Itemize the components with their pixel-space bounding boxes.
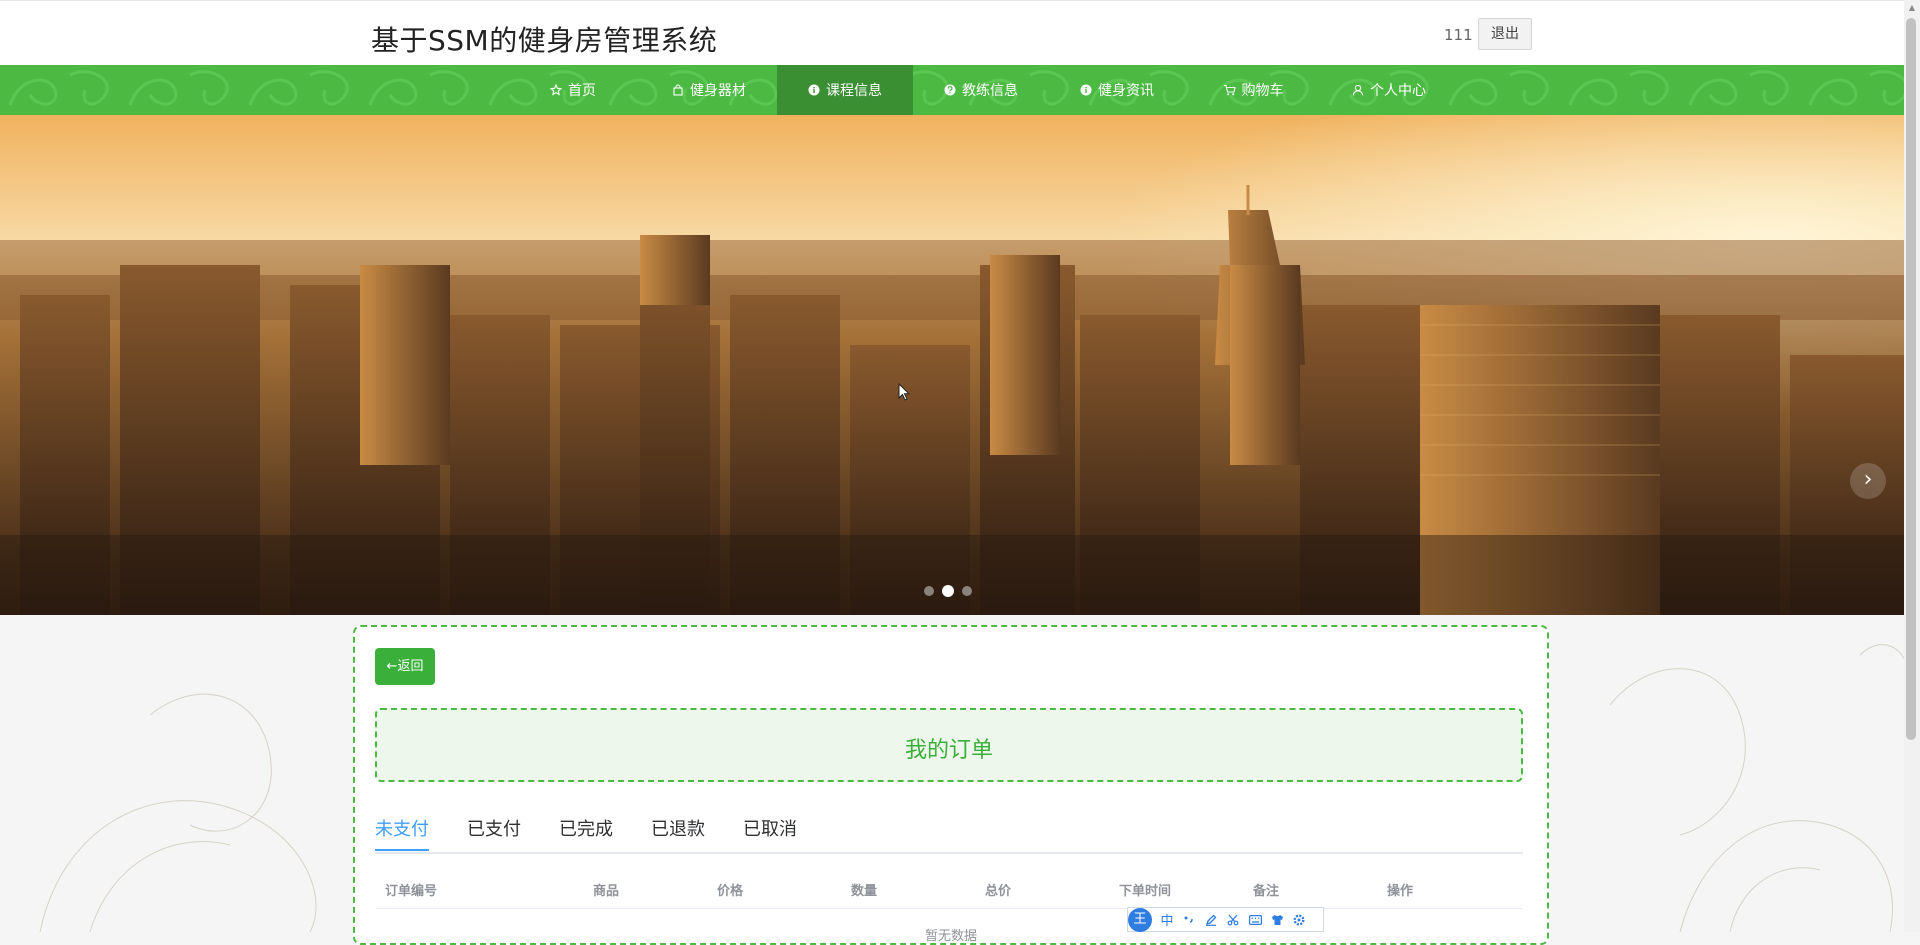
nav-item-label: 购物车 [1241,83,1284,99]
scroll-up-arrow-icon[interactable]: ▲ [1904,0,1920,16]
city-skyline-image [0,115,1904,615]
keyboard-icon[interactable] [1244,909,1266,931]
nav-item-label: 个人中心 [1370,83,1426,99]
nav-item-label: 健身资讯 [1098,83,1154,99]
ime-logo-icon[interactable]: 王 [1128,907,1152,932]
info-icon [808,84,820,96]
logout-button[interactable]: 退出 [1478,18,1532,50]
carousel-next-button[interactable]: › [1850,463,1886,499]
nav-item-label: 健身器材 [690,83,746,99]
pen-icon[interactable] [1200,909,1222,931]
page-scrollbar-thumb[interactable] [1906,18,1916,740]
user-icon [1352,84,1364,96]
tab-paid[interactable]: 已支付 [467,812,521,849]
nav-item-label: 首页 [568,83,596,99]
star-icon [550,84,562,96]
column-header-order-time: 下单时间 [1119,884,1172,899]
nav-item-home[interactable]: 首页 [505,65,641,115]
tab-refunded[interactable]: 已退款 [651,812,705,849]
column-header-total: 总价 [985,884,1012,899]
column-header-actions: 操作 [1387,884,1414,899]
help-icon [944,84,956,96]
carousel-dot-2[interactable] [942,585,954,597]
mouse-cursor-icon [898,383,910,401]
bag-icon [672,84,684,96]
nav-item-coaches[interactable]: 教练信息 [913,65,1049,115]
column-header-product: 商品 [593,884,620,899]
nav-item-label: 教练信息 [962,83,1018,99]
empty-table-text: 暂无数据 [924,929,977,944]
carousel-indicators [924,585,972,597]
nav-item-label: 课程信息 [826,83,882,99]
info-icon [1080,84,1092,96]
column-header-order-number: 订单编号 [385,884,438,899]
order-status-tabs: 未支付 已支付 已完成 已退款 已取消 [375,812,1523,854]
cart-icon [1223,84,1236,96]
orders-table-header: 订单编号 商品 价格 数量 总价 下单时间 备注 操作 [375,866,1523,909]
orders-card: ←返回 我的订单 未支付 已支付 已完成 已退款 已取消 订单编号 商品 价格 … [353,625,1549,945]
tab-cancelled[interactable]: 已取消 [743,812,797,849]
scissors-icon[interactable] [1222,909,1244,931]
column-header-remarks: 备注 [1253,884,1280,899]
carousel-dot-3[interactable] [962,586,972,596]
column-header-quantity: 数量 [851,884,878,899]
site-header: 基于SSM的健身房管理系统 111 退出 [0,0,1904,65]
tab-unpaid[interactable]: 未支付 [375,812,429,851]
page-title: 我的订单 [904,738,993,763]
back-button[interactable]: ←返回 [375,648,435,685]
nav-item-cart[interactable]: 购物车 [1185,65,1321,115]
punctuation-icon[interactable] [1178,909,1200,931]
tab-completed[interactable]: 已完成 [559,812,613,849]
nav-item-courses[interactable]: 课程信息 [777,65,913,115]
ime-mode-toggle[interactable]: 中 [1156,909,1178,931]
column-header-price: 价格 [717,884,744,899]
nav-item-equipment[interactable]: 健身器材 [641,65,777,115]
nav-item-news[interactable]: 健身资讯 [1049,65,1185,115]
ime-toolbar: 王 中 [1127,907,1324,932]
skin-icon[interactable] [1266,909,1288,931]
main-nav: 首页 健身器材 课程信息 教练信息 健身资讯 购物车 个人中心 [0,65,1904,115]
settings-icon[interactable] [1288,909,1310,931]
site-title: 基于SSM的健身房管理系统 [371,24,718,57]
carousel-dot-1[interactable] [924,586,934,596]
banner-carousel: › [0,115,1904,615]
page-title-box: 我的订单 [375,708,1523,782]
username: 111 [1444,26,1473,44]
nav-item-profile[interactable]: 个人中心 [1321,65,1457,115]
